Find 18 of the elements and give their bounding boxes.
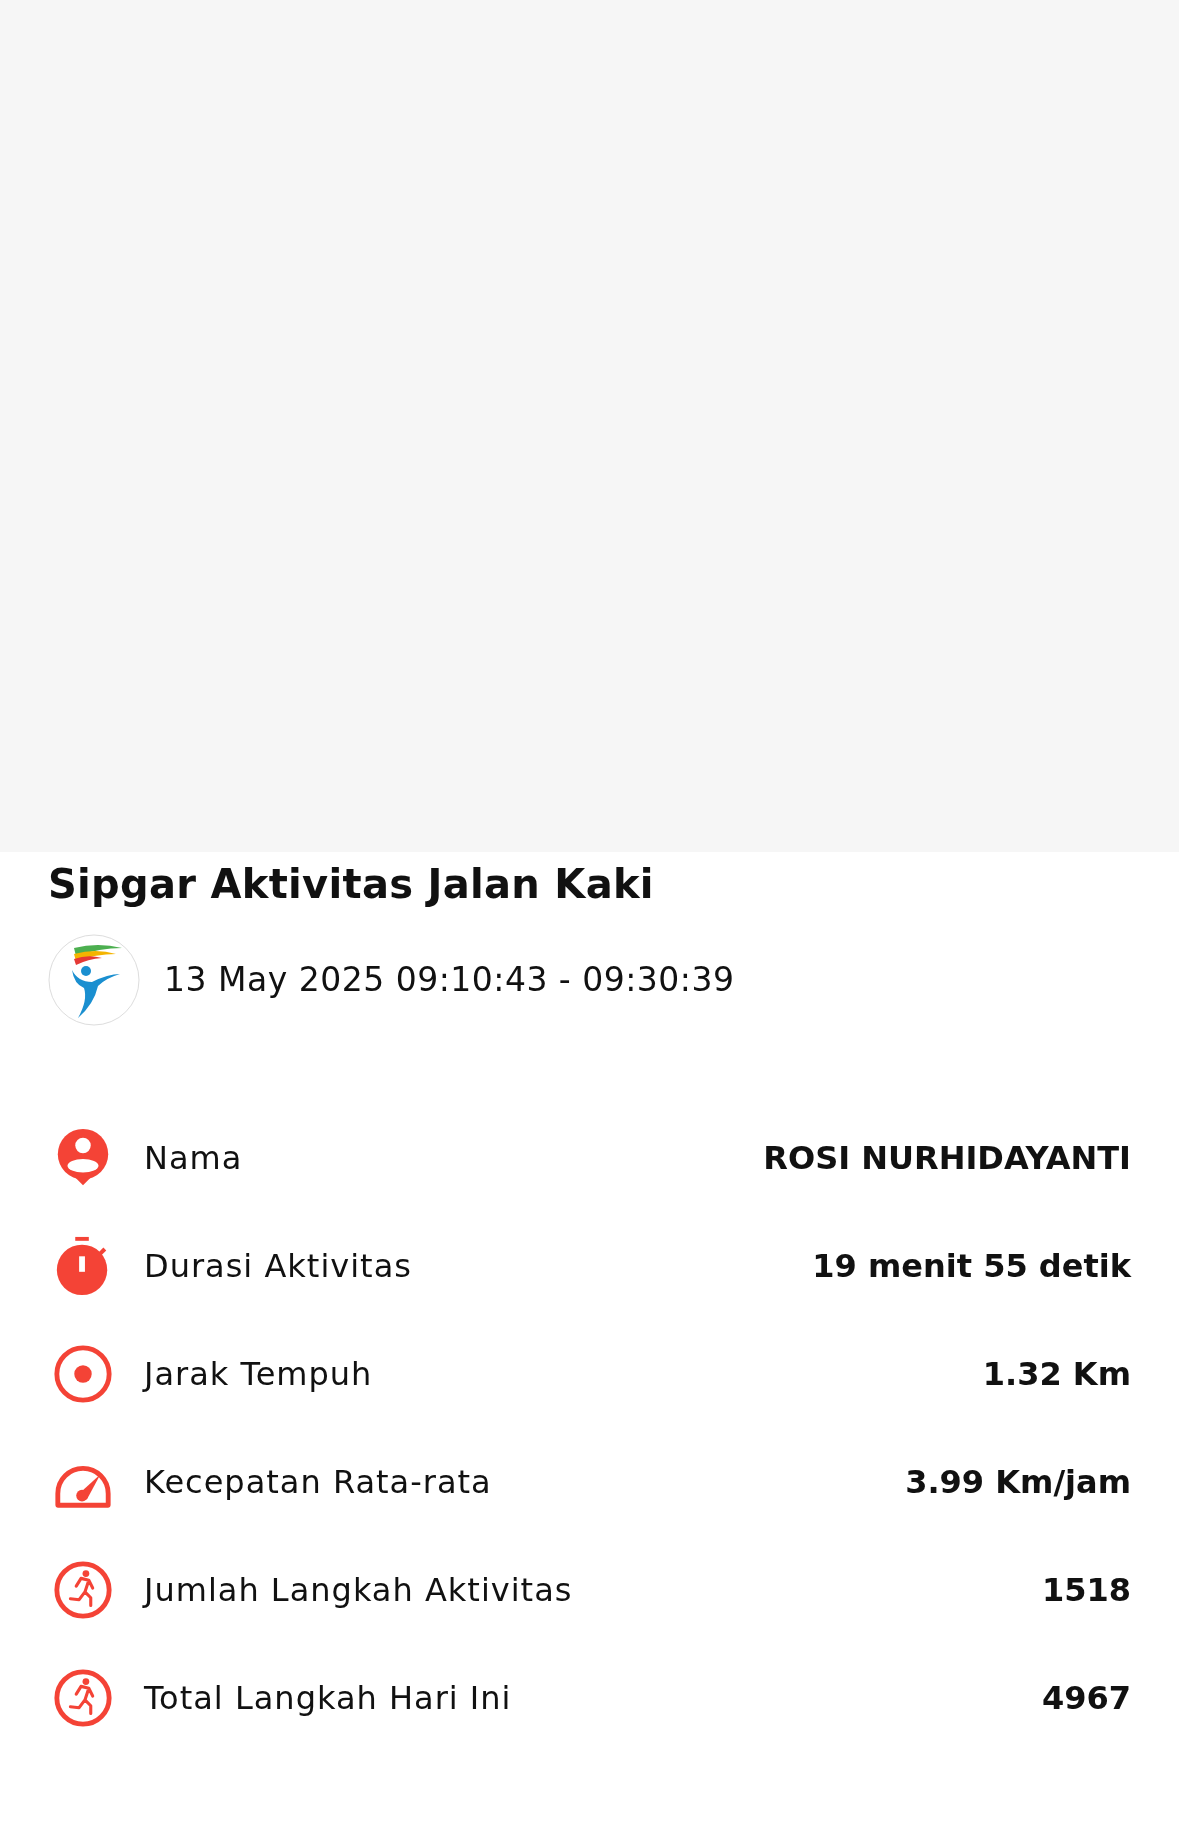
field-label: Jumlah Langkah Aktivitas: [144, 1570, 573, 1611]
runner-icon: [52, 1559, 114, 1621]
field-label: Kecepatan Rata-rata: [144, 1462, 492, 1503]
field-label: Nama: [144, 1138, 243, 1179]
field-label: Jarak Tempuh: [144, 1354, 373, 1395]
field-value: 19 menit 55 detik: [812, 1246, 1131, 1287]
field-value: ROSI NURHIDAYANTI: [763, 1138, 1131, 1179]
field-value: 1518: [1041, 1570, 1131, 1611]
target-icon: [52, 1343, 114, 1405]
runner-icon: [52, 1667, 114, 1729]
field-value: 1.32 Km: [982, 1354, 1131, 1395]
field-value: 4967: [1041, 1678, 1131, 1719]
field-label: Durasi Aktivitas: [144, 1246, 412, 1287]
logo-icon: [48, 934, 140, 1026]
activity-datetime: 13 May 2025 09:10:43 - 09:30:39: [164, 959, 735, 1002]
field-label: Total Langkah Hari Ini: [144, 1678, 512, 1719]
field-value: 3.99 Km/jam: [905, 1462, 1131, 1503]
page-title: Sipgar Aktivitas Jalan Kaki: [47, 860, 655, 908]
